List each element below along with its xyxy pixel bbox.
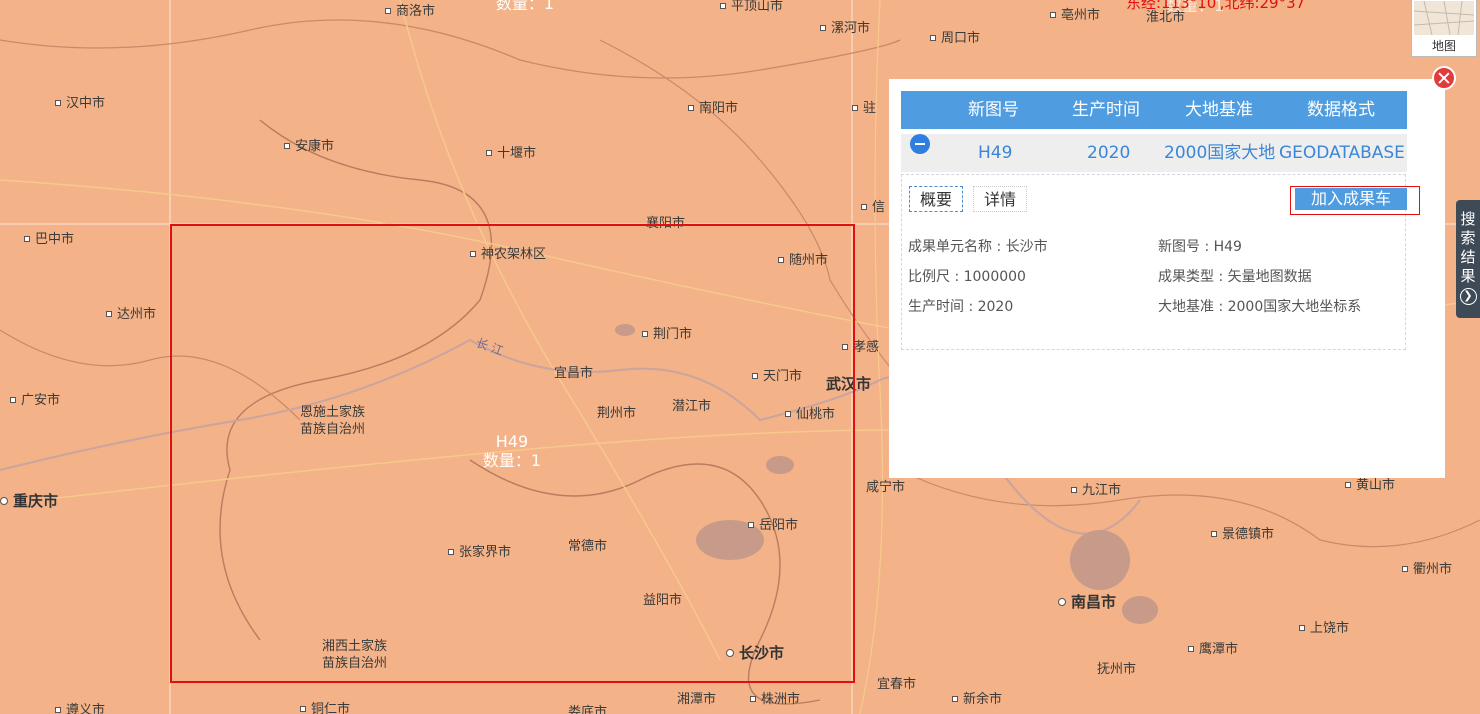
city-label: 商洛市 xyxy=(385,5,435,19)
result-table-header: 新图号 生产时间 大地基准 数据格式 xyxy=(901,91,1407,129)
column-header-datum: 大地基准 xyxy=(1185,100,1253,120)
search-results-tab-label: 搜索结果 xyxy=(1460,210,1476,285)
city-label: 衢州市 xyxy=(1402,563,1452,577)
city-label: 铜仁市 xyxy=(300,703,350,714)
info-datum: 大地基准 : 2000国家大地坐标系 xyxy=(1158,299,1362,315)
city-label: 九江市 xyxy=(1071,484,1121,498)
city-label: 抚州市 xyxy=(1097,662,1137,677)
sheet-label-h49[interactable]: H49 数量：1 xyxy=(462,432,562,470)
city-label: 广安市 xyxy=(10,394,60,408)
city-label: 信 xyxy=(861,201,885,215)
info-unit-name: 成果单元名称 : 长沙市 xyxy=(908,239,1048,255)
city-label: 景德镇市 xyxy=(1211,528,1274,542)
city-label: 周口市 xyxy=(930,32,980,46)
city-label: 湘潭市 xyxy=(677,692,717,707)
cell-format: GEODATABASE xyxy=(1279,143,1405,163)
tab-overview[interactable]: 概要 xyxy=(909,186,964,212)
city-label: 上饶市 xyxy=(1299,622,1349,636)
city-label: 宜春市 xyxy=(877,677,917,692)
detail-panel: 概要 详情 加入成果车 成果单元名称 : 长沙市 新图号 : H49 比例尺 :… xyxy=(901,174,1420,350)
collapse-icon[interactable] xyxy=(910,134,930,154)
city-label: 安康市 xyxy=(284,140,334,154)
city-label: 咸宁市 xyxy=(866,480,906,495)
cart-button-highlight xyxy=(1290,186,1420,215)
map-type-label: 地图 xyxy=(1431,39,1456,53)
tab-detail[interactable]: 详情 xyxy=(973,186,1028,212)
sheet-label-top: 数量：1 xyxy=(495,0,555,13)
info-new-sheet: 新图号 : H49 xyxy=(1158,239,1242,255)
city-label: 黄山市 xyxy=(1345,479,1395,493)
info-time: 生产时间 : 2020 xyxy=(908,299,1014,315)
search-results-tab[interactable]: 搜索结果 ❯ xyxy=(1456,200,1480,318)
city-label: 重庆市 xyxy=(0,494,58,509)
city-label: 鹰潭市 xyxy=(1188,643,1238,657)
map-thumbnail xyxy=(1413,0,1475,36)
coordinate-readout: 东经:113°10′,北纬:29°37′ xyxy=(1126,0,1309,12)
cell-year: 2020 xyxy=(1087,143,1131,163)
city-label: 娄底市 xyxy=(568,705,608,714)
city-label: 达州市 xyxy=(106,308,156,322)
city-label: 汉中市 xyxy=(55,97,105,111)
city-label: 巴中市 xyxy=(24,233,74,247)
info-type: 成果类型 : 矢量地图数据 xyxy=(1158,269,1312,285)
city-label: 漯河市 xyxy=(820,22,870,36)
map-type-switcher[interactable]: 地图 xyxy=(1411,0,1477,57)
info-scale: 比例尺 : 1000000 xyxy=(908,269,1026,285)
cell-datum: 2000国家大地 xyxy=(1164,143,1276,163)
city-label: 遵义市 xyxy=(55,704,105,714)
column-header-time: 生产时间 xyxy=(1072,100,1140,120)
chevron-right-icon: ❯ xyxy=(1459,288,1477,305)
city-label: 株洲市 xyxy=(750,693,800,707)
city-label: 十堰市 xyxy=(486,147,536,161)
city-label: 驻 xyxy=(852,102,876,116)
city-label: 新余市 xyxy=(952,693,1002,707)
close-icon[interactable]: ✕ xyxy=(1432,66,1456,90)
result-popup: 新图号 生产时间 大地基准 数据格式 H49 2020 2000国家大地 GEO… xyxy=(889,79,1445,478)
city-label: 南阳市 xyxy=(688,102,738,116)
column-header-sheet: 新图号 xyxy=(968,100,1019,120)
city-label: 亳州市 xyxy=(1050,9,1100,23)
column-header-format: 数据格式 xyxy=(1307,100,1375,120)
cell-sheet: H49 xyxy=(978,143,1013,163)
city-label: 平顶山市 xyxy=(720,0,783,14)
city-label: 南昌市 xyxy=(1058,595,1116,610)
table-row[interactable]: H49 2020 2000国家大地 GEODATABASE xyxy=(901,134,1407,172)
